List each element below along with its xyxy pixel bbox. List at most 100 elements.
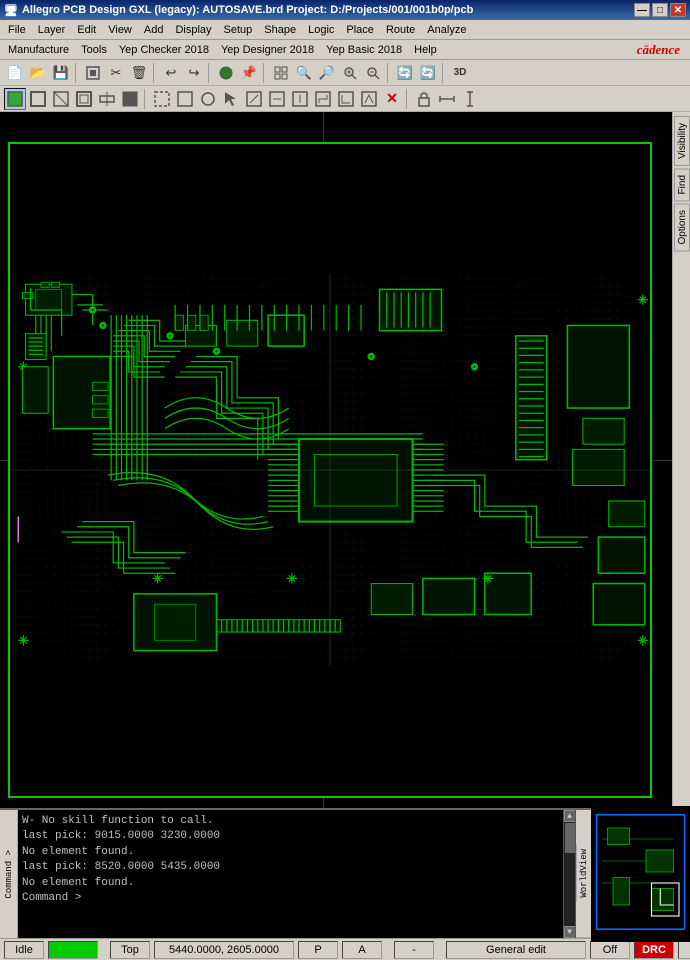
menu-layer[interactable]: Layer (32, 22, 72, 38)
open-file-button[interactable]: 📂 (27, 62, 49, 84)
separator8 (406, 89, 410, 109)
menu-view[interactable]: View (102, 22, 138, 38)
right-panel: Visibility Find Options (672, 112, 690, 808)
route-btn6[interactable] (358, 88, 380, 110)
scroll-thumb[interactable] (565, 823, 575, 853)
ratsnest-button[interactable] (215, 62, 237, 84)
layer-btn5[interactable] (96, 88, 118, 110)
scroll-down-button[interactable]: ▼ (564, 926, 576, 938)
status-indicator (48, 941, 98, 959)
zoom-in-button[interactable]: 🔍 (293, 62, 315, 84)
zoom-fit-button[interactable] (339, 62, 361, 84)
refresh2-button[interactable]: 🔄 (417, 62, 439, 84)
delete-button[interactable]: 🗑 (128, 62, 150, 84)
menu-route[interactable]: Route (380, 22, 421, 38)
toolbar-row2: ✕ (0, 86, 690, 112)
route-btn3[interactable] (289, 88, 311, 110)
menu-place[interactable]: Place (340, 22, 380, 38)
layer-btn3[interactable] (50, 88, 72, 110)
pcb-board[interactable] (8, 142, 652, 798)
zoom-area-button[interactable] (362, 62, 384, 84)
undo-button[interactable]: ↩ (160, 62, 182, 84)
status-mode: Idle (4, 941, 44, 959)
route-btn2[interactable] (266, 88, 288, 110)
pin-button[interactable]: 📌 (238, 62, 260, 84)
status-off: Off (590, 941, 630, 959)
layer-top-button[interactable] (4, 88, 26, 110)
menubar2-left: Manufacture Tools Yep Checker 2018 Yep D… (2, 42, 443, 58)
refresh-button[interactable]: 🔄 (394, 62, 416, 84)
menu-help[interactable]: Help (408, 42, 443, 58)
menu-yep-designer[interactable]: Yep Designer 2018 (215, 42, 320, 58)
worldview-svg (591, 806, 690, 938)
menubar2: Manufacture Tools Yep Checker 2018 Yep D… (0, 40, 690, 60)
menubar1: File Layer Edit View Add Display Setup S… (0, 20, 690, 40)
status-drc: DRC (634, 941, 674, 959)
delete-btn[interactable]: ✕ (381, 88, 403, 110)
layer-btn2[interactable] (27, 88, 49, 110)
3d-button[interactable]: 3D (449, 62, 471, 84)
shape-btn1[interactable] (151, 88, 173, 110)
cut-button[interactable]: ✂ (105, 62, 127, 84)
measure-h-btn[interactable] (436, 88, 458, 110)
scroll-up-button[interactable]: ▲ (564, 810, 576, 822)
menu-manufacture[interactable]: Manufacture (2, 42, 75, 58)
console-line5: No element found. (22, 876, 559, 891)
console-line2: last pick: 9015.0000 3230.0000 (22, 829, 559, 844)
status-layer: Top (110, 941, 150, 959)
layer-btn6[interactable] (119, 88, 141, 110)
status-p: P (298, 941, 338, 959)
lock-btn[interactable] (413, 88, 435, 110)
menu-edit[interactable]: Edit (71, 22, 102, 38)
app-icon: 🖥 (4, 4, 18, 17)
visibility-tab[interactable]: Visibility (674, 116, 690, 166)
minimize-button[interactable]: — (634, 3, 650, 17)
redo-button[interactable]: ↪ (183, 62, 205, 84)
titlebar-title: 🖥 Allegro PCB Design GXL (legacy): AUTOS… (4, 4, 473, 17)
menu-shape[interactable]: Shape (258, 22, 302, 38)
new-file-button[interactable]: 📄 (4, 62, 26, 84)
shape-btn2[interactable] (174, 88, 196, 110)
menu-setup[interactable]: Setup (218, 22, 259, 38)
shape-btn3[interactable] (197, 88, 219, 110)
console-scrollbar[interactable]: ▲ ▼ (563, 810, 575, 938)
menu-logic[interactable]: Logic (302, 22, 340, 38)
menu-display[interactable]: Display (169, 22, 217, 38)
save-button[interactable]: 💾 (50, 62, 72, 84)
cursor-btn[interactable] (220, 88, 242, 110)
find-tab[interactable]: Find (674, 168, 690, 201)
options-tab[interactable]: Options (674, 203, 690, 251)
menu-file[interactable]: File (2, 22, 32, 38)
separator2 (153, 63, 157, 83)
console-prompt: Command > (22, 891, 559, 906)
statusbar: Idle Top 5440.0000, 2605.0000 P A - Gene… (0, 938, 690, 960)
measure-v-btn[interactable] (459, 88, 481, 110)
main-area: Visibility Find Options (0, 112, 690, 808)
menu-yep-checker[interactable]: Yep Checker 2018 (113, 42, 215, 58)
titlebar: 🖥 Allegro PCB Design GXL (legacy): AUTOS… (0, 0, 690, 20)
menu-analyze[interactable]: Analyze (421, 22, 472, 38)
separator6 (442, 63, 446, 83)
grid-button[interactable] (270, 62, 292, 84)
console-line1: W- No skill function to call. (22, 814, 559, 829)
close-button[interactable]: ✕ (670, 3, 686, 17)
menu-tools[interactable]: Tools (75, 42, 113, 58)
worldview-canvas[interactable] (591, 806, 690, 942)
console-left-label: Command > (0, 810, 18, 938)
route-btn1[interactable] (243, 88, 265, 110)
status-coords: 5440.0000, 2605.0000 (154, 941, 294, 959)
command-label: Command > (4, 850, 14, 899)
console-scroll-area[interactable]: W- No skill function to call. last pick:… (18, 810, 563, 938)
maximize-button[interactable]: □ (652, 3, 668, 17)
zoom-out-button[interactable]: 🔎 (316, 62, 338, 84)
route-btn4[interactable] (312, 88, 334, 110)
route-btn5[interactable] (335, 88, 357, 110)
pcb-traces-svg (10, 144, 650, 796)
worldview-label-area: WorldView (576, 810, 690, 938)
select-button[interactable] (82, 62, 104, 84)
pcb-canvas[interactable] (0, 112, 672, 808)
status-dash: - (394, 941, 434, 959)
menu-add[interactable]: Add (138, 22, 170, 38)
menu-yep-basic[interactable]: Yep Basic 2018 (320, 42, 408, 58)
layer-btn4[interactable] (73, 88, 95, 110)
